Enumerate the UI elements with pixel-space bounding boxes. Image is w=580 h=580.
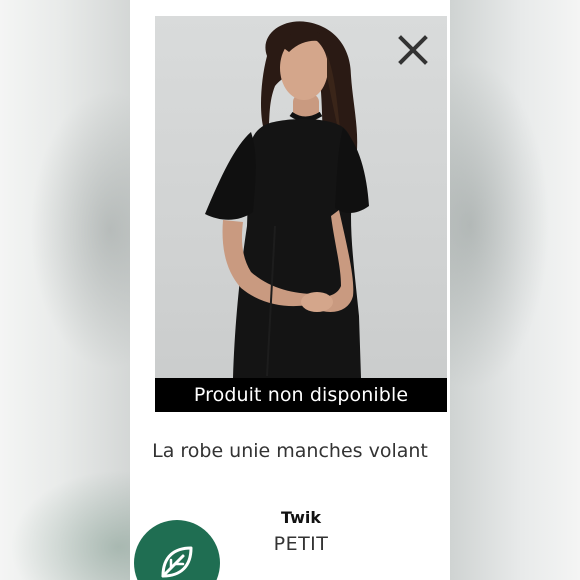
- screen: Produit non disponible La robe unie manc…: [0, 0, 580, 580]
- product-card: Produit non disponible La robe unie manc…: [130, 0, 450, 580]
- model-illustration: [205, 21, 369, 378]
- unavailable-banner: Produit non disponible: [155, 378, 447, 412]
- close-icon: [398, 35, 428, 65]
- product-name: La robe unie manches volant: [152, 440, 428, 462]
- blurred-backdrop-left: [0, 0, 130, 580]
- close-button[interactable]: [397, 34, 429, 66]
- blurred-backdrop-right: [450, 0, 580, 580]
- product-image[interactable]: Produit non disponible: [155, 16, 447, 412]
- leaf-icon: [161, 546, 193, 578]
- eco-badge-button[interactable]: [134, 520, 220, 580]
